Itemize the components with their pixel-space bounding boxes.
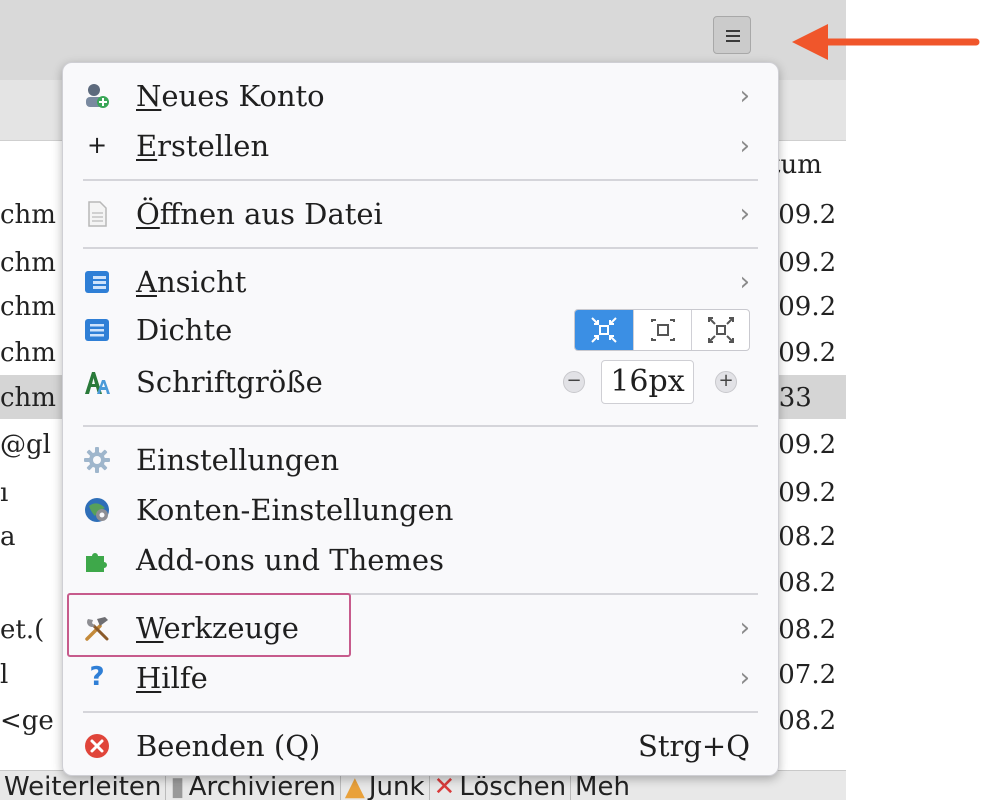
list-cell-date[interactable]: .09.2 xyxy=(770,292,846,322)
gear-icon xyxy=(83,446,111,474)
menu-item-open-file[interactable]: Öffnen aus Datei › xyxy=(83,191,758,237)
menu-separator xyxy=(83,711,758,713)
menu-item-label: Dichte xyxy=(136,313,233,347)
menu-separator xyxy=(83,425,758,427)
menu-item-quit[interactable]: Beenden (Q) Strg+Q xyxy=(83,723,758,769)
menu-item-view[interactable]: Ansicht › xyxy=(83,259,758,305)
account-settings-icon xyxy=(83,496,111,524)
density-selector xyxy=(574,309,750,351)
chevron-right-icon: › xyxy=(739,199,750,229)
menu-item-label: Hilfe xyxy=(136,661,208,695)
density-icon xyxy=(83,316,111,344)
menu-item-label: Konten-Einstellungen xyxy=(136,493,454,527)
touch-density-icon xyxy=(708,317,734,343)
list-cell-date[interactable]: :33 xyxy=(770,383,846,413)
list-cell-sender[interactable]: l xyxy=(0,660,70,690)
menu-item-label: Add-ons und Themes xyxy=(136,543,444,577)
puzzle-icon xyxy=(83,546,111,574)
menu-separator xyxy=(83,179,758,181)
font-size-control: − 16px + xyxy=(560,359,750,405)
list-cell-sender[interactable]: chm xyxy=(0,338,70,368)
density-compact-button[interactable] xyxy=(575,310,633,350)
file-icon xyxy=(83,200,111,228)
list-cell-date[interactable]: .09.2 xyxy=(770,430,846,460)
menu-item-settings[interactable]: Einstellungen xyxy=(83,437,758,483)
annotation-highlight-box xyxy=(67,593,351,657)
list-cell-sender[interactable]: chm xyxy=(0,292,70,322)
list-cell-sender[interactable]: ı xyxy=(0,478,70,508)
menu-item-label: Ansicht xyxy=(136,265,247,299)
column-header-date[interactable]: tum xyxy=(770,150,846,180)
list-cell-sender[interactable]: chm xyxy=(0,200,70,230)
menu-item-new-account[interactable]: Neues Konto › xyxy=(83,73,758,119)
annotation-arrow xyxy=(792,24,980,60)
font-size-increase-button[interactable]: + xyxy=(715,371,737,393)
hamburger-menu-icon xyxy=(726,30,740,32)
list-cell-date[interactable]: .09.2 xyxy=(770,248,846,278)
chevron-right-icon: › xyxy=(739,131,750,161)
list-cell-date[interactable]: .08.2 xyxy=(770,615,846,645)
list-cell-date[interactable]: .08.2 xyxy=(770,568,846,598)
chevron-right-icon: › xyxy=(739,613,750,643)
quit-shortcut: Strg+Q xyxy=(637,729,750,763)
list-cell-date[interactable]: .09.2 xyxy=(770,200,846,230)
menu-item-help[interactable]: ? Hilfe › xyxy=(83,655,758,701)
list-cell-date[interactable]: .08.2 xyxy=(770,706,846,736)
new-account-icon xyxy=(83,82,111,110)
menu-item-font-size: Schriftgröße − 16px + xyxy=(83,359,758,405)
density-normal-button[interactable] xyxy=(633,310,691,350)
menu-item-label: Erstellen xyxy=(136,129,270,163)
app-menu-popup: Neues Konto › + Erstellen › Öffnen aus D… xyxy=(62,62,779,776)
list-cell-date[interactable]: .07.2 xyxy=(770,660,846,690)
chevron-right-icon: › xyxy=(739,267,750,297)
menu-item-account-settings[interactable]: Konten-Einstellungen xyxy=(83,487,758,533)
hamburger-menu-icon-line xyxy=(726,40,740,42)
list-cell-sender[interactable]: @gl xyxy=(0,430,70,460)
menu-item-label: Einstellungen xyxy=(136,443,340,477)
menu-item-label: Beenden (Q) xyxy=(136,729,321,763)
help-icon: ? xyxy=(89,662,105,692)
font-size-value[interactable]: 16px xyxy=(601,360,694,404)
list-cell-date[interactable]: .09.2 xyxy=(770,338,846,368)
chevron-right-icon: › xyxy=(739,81,750,111)
hamburger-menu-icon-line xyxy=(726,35,740,37)
list-cell-sender[interactable]: et.( xyxy=(0,615,70,645)
chevron-right-icon: › xyxy=(739,663,750,693)
menu-item-density: Dichte xyxy=(83,307,758,353)
normal-density-icon xyxy=(651,319,675,341)
app-menu-button[interactable] xyxy=(713,16,751,54)
font-size-icon xyxy=(83,368,111,396)
compact-density-icon xyxy=(591,317,617,343)
list-cell-date[interactable]: .09.2 xyxy=(770,478,846,508)
density-touch-button[interactable] xyxy=(691,310,749,350)
list-cell-sender[interactable]: chm xyxy=(0,383,70,413)
menu-separator xyxy=(83,247,758,249)
list-cell-sender[interactable]: a xyxy=(0,522,70,552)
plus-icon: + xyxy=(86,131,108,159)
menu-item-label: Schriftgröße xyxy=(136,365,323,399)
menu-item-create[interactable]: + Erstellen › xyxy=(83,123,758,169)
list-cell-date[interactable]: .08.2 xyxy=(770,522,846,552)
menu-item-addons[interactable]: Add-ons und Themes xyxy=(83,537,758,583)
font-size-decrease-button[interactable]: − xyxy=(563,371,585,393)
quit-icon xyxy=(83,732,111,760)
list-cell-sender[interactable]: <ge xyxy=(0,706,70,736)
layout-view-icon xyxy=(83,268,111,296)
list-cell-sender[interactable]: chm xyxy=(0,248,70,278)
menu-item-label: Neues Konto xyxy=(136,79,325,113)
menu-item-label: Öffnen aus Datei xyxy=(136,197,383,231)
